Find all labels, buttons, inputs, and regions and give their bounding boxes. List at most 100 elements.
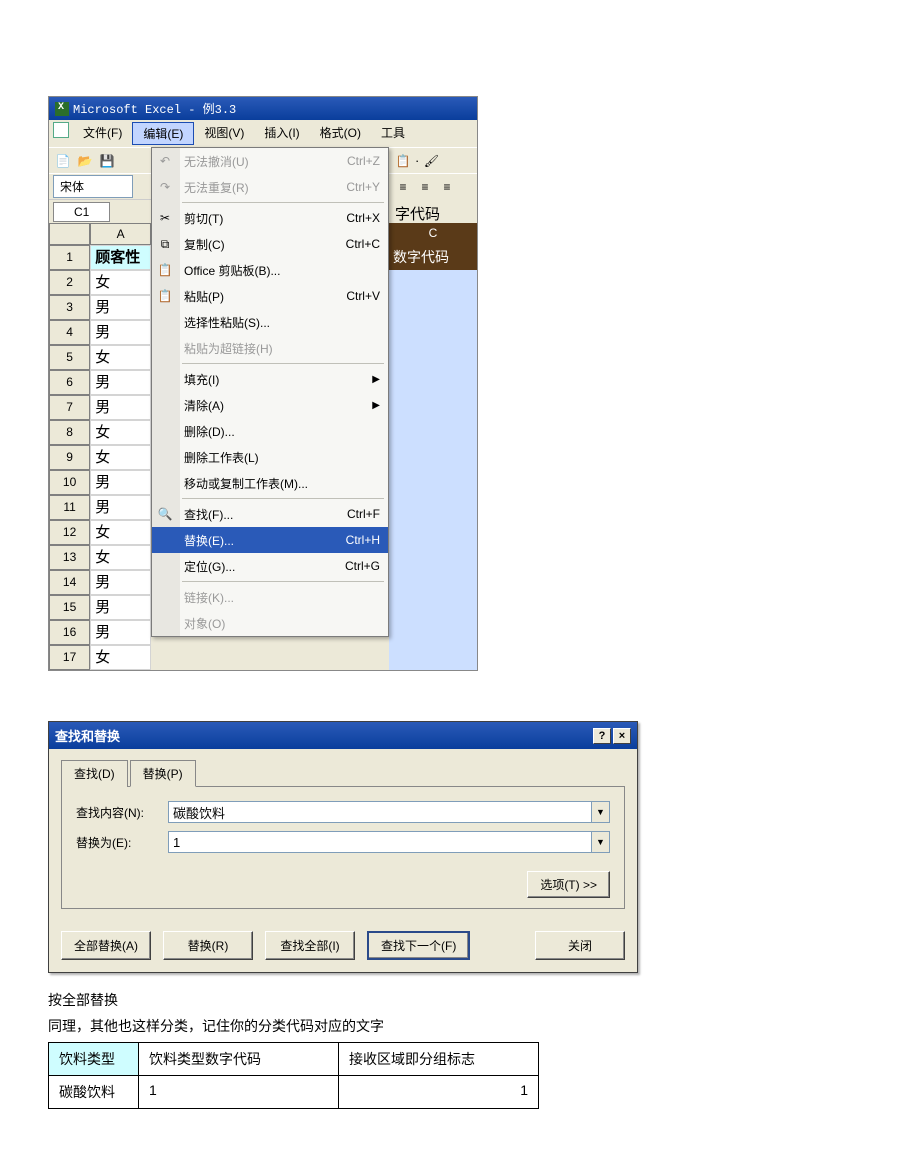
row-header-8[interactable]: 8	[49, 420, 90, 445]
help-button[interactable]: ?	[593, 728, 611, 744]
menu-clipboard[interactable]: 📋Office 剪贴板(B)...	[152, 257, 388, 283]
menu-find[interactable]: 🔍查找(F)...Ctrl+F	[152, 501, 388, 527]
row-header-16[interactable]: 16	[49, 620, 90, 645]
menu-format[interactable]: 格式(O)	[310, 122, 371, 145]
menu-paste-link-label: 粘贴为超链接(H)	[184, 340, 273, 357]
cell-a3[interactable]: 男	[90, 295, 151, 320]
cell-c1[interactable]: 数字代码	[389, 245, 477, 270]
row-header-9[interactable]: 9	[49, 445, 90, 470]
row-header-10[interactable]: 10	[49, 470, 90, 495]
instruction-text-2: 同理，其他也这样分类，记住你的分类代码对应的文字	[48, 1015, 880, 1037]
menu-file[interactable]: 文件(F)	[73, 122, 132, 145]
menu-paste[interactable]: 📋粘贴(P)Ctrl+V	[152, 283, 388, 309]
menu-insert[interactable]: 插入(I)	[254, 122, 309, 145]
toolbar-right: 📋 · 🖌	[389, 147, 477, 173]
row-header-1[interactable]: 1	[49, 245, 90, 270]
row-header-17[interactable]: 17	[49, 645, 90, 670]
cell-a5[interactable]: 女	[90, 345, 151, 370]
cell-a7[interactable]: 男	[90, 395, 151, 420]
menu-undo: ↶无法撤消(U)Ctrl+Z	[152, 148, 388, 174]
menu-cut[interactable]: ✂剪切(T)Ctrl+X	[152, 205, 388, 231]
cell-a16[interactable]: 男	[90, 620, 151, 645]
window-title: Microsoft Excel - 例3.3	[73, 100, 236, 117]
cell-a11[interactable]: 男	[90, 495, 151, 520]
cell-a9[interactable]: 女	[90, 445, 151, 470]
options-button[interactable]: 选项(T) >>	[527, 871, 610, 898]
menu-copy[interactable]: ⧉复制(C)Ctrl+C	[152, 231, 388, 257]
row-header-4[interactable]: 4	[49, 320, 90, 345]
cell-a12[interactable]: 女	[90, 520, 151, 545]
cell-a8[interactable]: 女	[90, 420, 151, 445]
edit-menu-dropdown: ↶无法撤消(U)Ctrl+Z ↷无法重复(R)Ctrl+Y ✂剪切(T)Ctrl…	[151, 147, 389, 637]
close-icon[interactable]: ×	[613, 728, 631, 744]
find-next-button[interactable]: 查找下一个(F)	[367, 931, 470, 960]
menu-view[interactable]: 视图(V)	[194, 122, 254, 145]
row-header-3[interactable]: 3	[49, 295, 90, 320]
replace-button[interactable]: 替换(R)	[163, 931, 253, 960]
align-right-icon[interactable]: ≡	[437, 177, 457, 197]
row-header-11[interactable]: 11	[49, 495, 90, 520]
cell-a6[interactable]: 男	[90, 370, 151, 395]
menu-move-copy[interactable]: 移动或复制工作表(M)...	[152, 470, 388, 496]
select-all-corner[interactable]	[49, 223, 90, 245]
tab-find[interactable]: 查找(D)	[61, 760, 128, 787]
name-box[interactable]: C1	[53, 202, 110, 222]
menu-object-label: 对象(O)	[184, 615, 225, 632]
replace-all-button[interactable]: 全部替换(A)	[61, 931, 151, 960]
tab-replace[interactable]: 替换(P)	[130, 760, 196, 787]
cell-a15[interactable]: 男	[90, 595, 151, 620]
format-painter-icon[interactable]: 🖌	[421, 151, 441, 171]
menu-copy-shortcut: Ctrl+C	[346, 237, 380, 251]
menu-delete[interactable]: 删除(D)...	[152, 418, 388, 444]
menu-goto[interactable]: 定位(G)...Ctrl+G	[152, 553, 388, 579]
menu-paste-link: 粘贴为超链接(H)	[152, 335, 388, 361]
align-left-icon[interactable]: ≡	[393, 177, 413, 197]
cell-a1[interactable]: 顾客性	[90, 245, 151, 270]
cell-a4[interactable]: 男	[90, 320, 151, 345]
row-header-2[interactable]: 2	[49, 270, 90, 295]
save-icon[interactable]: 💾	[97, 151, 117, 171]
replace-input[interactable]	[168, 831, 592, 853]
formatting-right: ≡ ≡ ≡	[389, 173, 477, 199]
row-header-5[interactable]: 5	[49, 345, 90, 370]
row-header-6[interactable]: 6	[49, 370, 90, 395]
paste-icon[interactable]: 📋	[393, 151, 413, 171]
row-header-15[interactable]: 15	[49, 595, 90, 620]
cell-a10[interactable]: 男	[90, 470, 151, 495]
document-icon	[53, 122, 69, 138]
copy-icon: ⧉	[156, 235, 174, 253]
row-header-13[interactable]: 13	[49, 545, 90, 570]
menu-fill[interactable]: 填充(I)▶	[152, 366, 388, 392]
menu-paste-special[interactable]: 选择性粘贴(S)...	[152, 309, 388, 335]
replace-label: 替换为(E):	[76, 834, 168, 851]
row-header-7[interactable]: 7	[49, 395, 90, 420]
menu-replace[interactable]: 替换(E)...Ctrl+H	[152, 527, 388, 553]
menu-delete-sheet[interactable]: 删除工作表(L)	[152, 444, 388, 470]
find-dropdown-icon[interactable]: ▼	[592, 801, 610, 823]
menu-edit[interactable]: 编辑(E)	[132, 122, 194, 145]
standard-toolbar: 📄 📂 💾	[49, 147, 151, 173]
row-header-12[interactable]: 12	[49, 520, 90, 545]
find-all-button[interactable]: 查找全部(I)	[265, 931, 355, 960]
selected-column-area[interactable]: C 数字代码	[389, 223, 477, 670]
cell-a13[interactable]: 女	[90, 545, 151, 570]
cell-a2[interactable]: 女	[90, 270, 151, 295]
new-icon[interactable]: 📄	[53, 151, 73, 171]
col-header-c[interactable]: C	[389, 223, 477, 245]
close-button[interactable]: 关闭	[535, 931, 625, 960]
clipboard-icon: 📋	[156, 261, 174, 279]
open-icon[interactable]: 📂	[75, 151, 95, 171]
font-name-box[interactable]: 宋体	[53, 175, 133, 198]
cell-a14[interactable]: 男	[90, 570, 151, 595]
cell-a17[interactable]: 女	[90, 645, 151, 670]
replace-dropdown-icon[interactable]: ▼	[592, 831, 610, 853]
menu-find-label: 查找(F)...	[184, 506, 233, 523]
align-center-icon[interactable]: ≡	[415, 177, 435, 197]
find-input[interactable]	[168, 801, 592, 823]
menu-undo-shortcut: Ctrl+Z	[347, 154, 380, 168]
menu-links-label: 链接(K)...	[184, 589, 234, 606]
menu-clear[interactable]: 清除(A)▶	[152, 392, 388, 418]
menu-tools[interactable]: 工具	[371, 122, 415, 145]
row-header-14[interactable]: 14	[49, 570, 90, 595]
col-header-a[interactable]: A	[90, 223, 151, 245]
